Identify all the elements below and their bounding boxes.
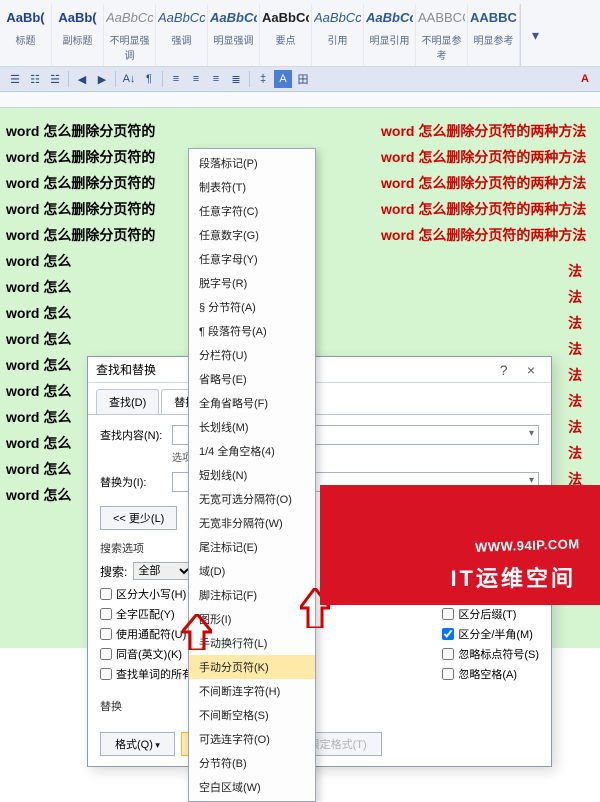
find-label: 查找内容(N): — [100, 427, 172, 443]
menu-item[interactable]: 不间断连字符(H) — [189, 679, 315, 703]
menu-item[interactable]: 段落标记(P) — [189, 151, 315, 175]
borders-icon[interactable]: 田 — [294, 70, 312, 88]
style-gallery: AaBb(标题AaBb(副标题AaBbCcDd不明显强调AaBbCcDd强调Aa… — [0, 0, 600, 67]
search-scope-label: 搜索: — [100, 563, 127, 580]
dialog-tabs: 查找(D) 替换(P) 定位(G) — [88, 383, 551, 414]
sort-icon[interactable]: A↓ — [120, 70, 138, 88]
align-right-icon[interactable]: ≡ — [207, 70, 225, 88]
style-item-6[interactable]: AaBbCcDd引用 — [312, 4, 364, 66]
close-icon[interactable]: × — [519, 362, 543, 378]
dialog-title: 查找和替换 — [96, 361, 156, 378]
document-area: word 怎么删除分页符的word 怎么删除分页符的两种方法word 怎么删除分… — [0, 108, 600, 648]
justify-icon[interactable]: ≣ — [227, 70, 245, 88]
style-item-4[interactable]: AaBbCcDd明显强调 — [208, 4, 260, 66]
check-option[interactable]: 忽略空格(A) — [442, 666, 539, 682]
style-item-9[interactable]: AABBCCDD明显参考 — [468, 4, 520, 66]
annotation-arrow-button — [182, 614, 212, 650]
annotation-arrow-menu — [300, 588, 330, 628]
menu-item[interactable]: 空白区域(W) — [189, 775, 315, 799]
menu-item[interactable]: 可选连字符(O) — [189, 727, 315, 751]
font-color-icon[interactable]: A — [576, 70, 594, 88]
menu-item[interactable]: 1/4 全角空格(4) — [189, 439, 315, 463]
align-left-icon[interactable]: ≡ — [167, 70, 185, 88]
less-button[interactable]: << 更少(L) — [100, 506, 177, 530]
page-break-indicator: . 分页符. — [548, 482, 590, 498]
menu-item[interactable]: 任意数字(G) — [189, 223, 315, 247]
style-item-7[interactable]: AaBbCcDd明显引用 — [364, 4, 416, 66]
menu-item[interactable]: 任意字符(C) — [189, 199, 315, 223]
style-item-3[interactable]: AaBbCcDd强调 — [156, 4, 208, 66]
check-option[interactable]: 区分后缀(T) — [442, 606, 539, 622]
indent-icon[interactable]: ▶ — [93, 70, 111, 88]
find-next-button[interactable]: 查找下一处(F) — [388, 506, 483, 530]
menu-item[interactable]: 短划线(N) — [189, 463, 315, 487]
menu-item[interactable]: 尾注标记(E) — [189, 535, 315, 559]
format-button[interactable]: 格式(Q) — [100, 732, 175, 756]
show-marks-icon[interactable]: ¶ — [140, 70, 158, 88]
menu-item[interactable]: 无宽非分隔符(W) — [189, 511, 315, 535]
dialog-titlebar: 查找和替换 ? × — [88, 357, 551, 383]
style-more-icon[interactable]: ▾ — [520, 4, 550, 66]
replace-label: 替换为(I): — [100, 474, 172, 490]
menu-item[interactable]: 域(D) — [189, 559, 315, 583]
style-item-0[interactable]: AaBb(标题 — [0, 4, 52, 66]
menu-item[interactable]: 分节符(B) — [189, 751, 315, 775]
number-list-icon[interactable]: ☷ — [26, 70, 44, 88]
menu-item[interactable]: 手动分页符(K) — [189, 655, 315, 679]
multilevel-list-icon[interactable]: ☱ — [46, 70, 64, 88]
align-center-icon[interactable]: ≡ — [187, 70, 205, 88]
menu-item[interactable]: 不间断空格(S) — [189, 703, 315, 727]
search-options-label: 搜索选项 — [100, 540, 539, 556]
menu-item[interactable]: ¶ 段落符号(A) — [189, 319, 315, 343]
style-item-5[interactable]: AaBbCcDd要点 — [260, 4, 312, 66]
menu-item[interactable]: 全角省略号(F) — [189, 391, 315, 415]
style-item-8[interactable]: AABBCCDD不明显参考 — [416, 4, 468, 66]
cancel-button[interactable]: 取消 — [491, 506, 539, 530]
menu-item[interactable]: 脱字号(R) — [189, 271, 315, 295]
shading-icon[interactable]: A — [274, 70, 292, 88]
menu-item[interactable]: § 分节符(A) — [189, 295, 315, 319]
right-tail-column: 法法法法法法法法法法法. — [568, 258, 586, 544]
menu-item[interactable]: 制表符(T) — [189, 175, 315, 199]
menu-item[interactable]: 长划线(M) — [189, 415, 315, 439]
menu-item[interactable]: 分栏符(U) — [189, 343, 315, 367]
line-spacing-icon[interactable]: ‡ — [254, 70, 272, 88]
outdent-icon[interactable]: ◀ — [73, 70, 91, 88]
bullet-list-icon[interactable]: ☰ — [6, 70, 24, 88]
check-option[interactable]: 忽略标点符号(S) — [442, 646, 539, 662]
ruler — [0, 92, 600, 108]
mini-toolbar: ☰ ☷ ☱ ◀ ▶ A↓ ¶ ≡ ≡ ≡ ≣ ‡ A 田 A — [0, 67, 600, 92]
menu-item[interactable]: 无宽可选分隔符(O) — [189, 487, 315, 511]
tab-find[interactable]: 查找(D) — [96, 389, 159, 414]
special-format-menu[interactable]: 段落标记(P)制表符(T)任意字符(C)任意数字(G)任意字母(Y)脱字号(R)… — [188, 148, 316, 802]
menu-item[interactable]: 任意字母(Y) — [189, 247, 315, 271]
style-item-2[interactable]: AaBbCcDd不明显强调 — [104, 4, 156, 66]
menu-item[interactable]: 省略号(E) — [189, 367, 315, 391]
doc-line: word 怎么删除分页符的word 怎么删除分页符的两种方法 — [6, 118, 594, 144]
style-item-1[interactable]: AaBb(副标题 — [52, 4, 104, 66]
check-option[interactable]: 区分全/半角(M) — [442, 626, 539, 642]
replace-section-label: 替换 — [100, 698, 539, 714]
search-scope-select[interactable]: 全部 — [133, 562, 193, 580]
find-replace-dialog: 查找和替换 ? × 查找(D) 替换(P) 定位(G) 查找内容(N): 选项:… — [87, 356, 552, 767]
check-option[interactable]: 区分前缀(X) — [442, 586, 539, 602]
help-icon[interactable]: ? — [492, 362, 516, 378]
menu-item[interactable]: 脚注标记(F) — [189, 583, 315, 607]
